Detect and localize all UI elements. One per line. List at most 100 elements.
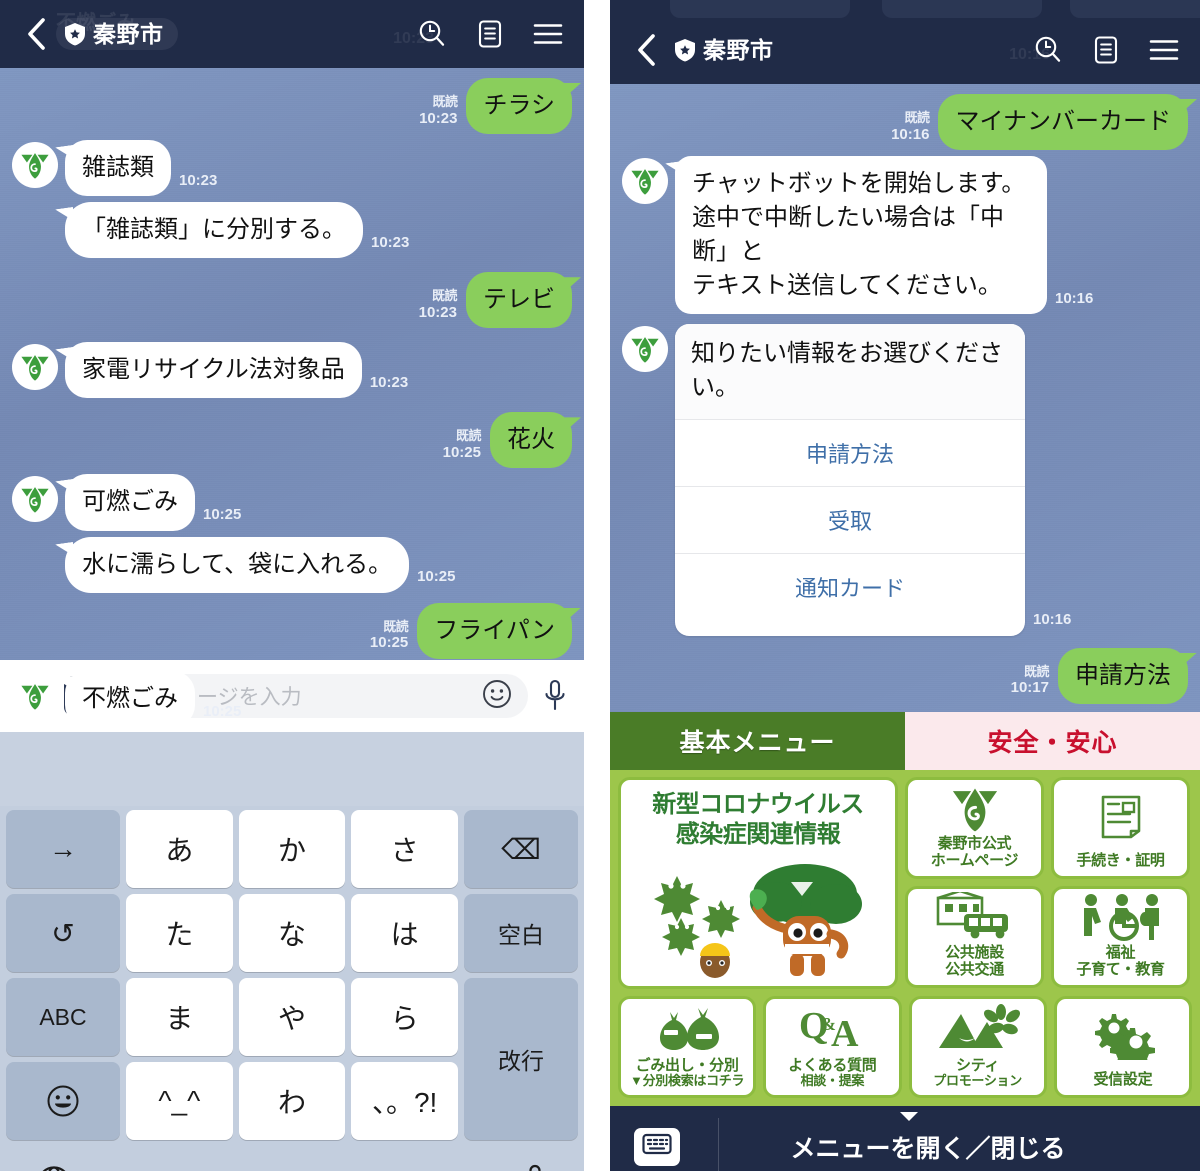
hadano-city-emblem-icon [631, 337, 659, 363]
tile-city-promotion[interactable]: シティ プロモーション [908, 996, 1047, 1098]
emoji-key[interactable] [6, 1062, 120, 1140]
message-bubble[interactable]: 花火 [490, 412, 572, 469]
undo-key[interactable]: ↺ [6, 894, 120, 972]
rich-menu-tab-safety[interactable]: 安全・安心 [905, 712, 1200, 770]
tile-covid-info[interactable]: 新型コロナウイルス 感染症関連情報 [618, 777, 898, 989]
avatar[interactable] [622, 158, 668, 205]
kana-ra-key[interactable]: ら [351, 978, 458, 1056]
header-actions [416, 18, 568, 50]
avatar[interactable] [12, 344, 58, 391]
message-row: 既読 10:17 申請方法 [622, 647, 1188, 704]
kana-sa-key[interactable]: さ [351, 810, 458, 888]
tile-label: 手続き・証明 [1074, 852, 1166, 876]
message-bubble[interactable]: テレビ [466, 272, 572, 329]
punctuation-key[interactable]: 、。?! [351, 1062, 458, 1140]
avatar[interactable] [12, 672, 58, 719]
chat-title-pill[interactable]: 秦野市 [56, 18, 178, 50]
chat-title: 秦野市 [703, 36, 774, 63]
message-bubble[interactable]: チラシ [466, 78, 572, 135]
space-key[interactable]: 空白 [463, 894, 578, 972]
search-clock-icon[interactable] [416, 18, 448, 50]
kana-wa-key[interactable]: わ [238, 1062, 346, 1140]
timestamp: 10:25 [417, 568, 456, 586]
return-key[interactable]: 改行 [463, 978, 578, 1140]
kana-ha-key[interactable]: は [351, 894, 458, 972]
option-card: 知りたい情報をお選びください。 申請方法 受取 通知カード [675, 324, 1025, 636]
read-receipt: 既読 [432, 93, 458, 109]
qa-icon: Q & A [766, 999, 898, 1058]
next-candidate-key[interactable]: → [6, 810, 120, 888]
timestamp: 10:25 [442, 444, 481, 462]
keyboard-suggestion-bar[interactable] [0, 732, 584, 806]
search-clock-icon[interactable] [1032, 34, 1064, 66]
left-chat-header: 不燃ごみ 10:23 秦野市 [0, 0, 584, 68]
back-button[interactable] [626, 30, 666, 70]
message-row: 水に濡らして、袋に入れる。 10:25 [12, 536, 572, 593]
message-bubble[interactable]: マイナンバーカード [938, 94, 1188, 151]
kana-ya-key[interactable]: や [238, 978, 346, 1056]
back-button[interactable] [16, 14, 56, 54]
kana-ta-key[interactable]: た [126, 894, 233, 972]
building-bus-icon [908, 889, 1041, 945]
rich-menu-toggle-label[interactable]: メニューを開く／閉じる [680, 1111, 1200, 1165]
notes-icon[interactable] [474, 18, 506, 50]
message-bubble[interactable]: フライパン [417, 602, 572, 659]
document-certificate-icon [1054, 780, 1187, 853]
tile-label: ごみ出し・分別 ▼分別検索はコチラ [628, 1057, 746, 1095]
message-bubble[interactable]: 雑誌類 [65, 140, 171, 197]
message-row: 不燃ごみ 10:25 [12, 670, 572, 727]
tile-label-main: よくある質問 [788, 1056, 877, 1074]
right-phone-screen: 10:16 秦野市 既読 10:16 マイナンバーカード チャットボットを開始し… [610, 0, 1200, 1171]
message-bubble[interactable]: チャットボットを開始します。 途中で中断したい場合は「中断」と テキスト送信して… [675, 156, 1047, 315]
kana-a-key[interactable]: あ [126, 810, 233, 888]
read-receipt: 既読 [904, 109, 930, 125]
tile-welfare-childcare-education[interactable]: 福祉 子育て・教育 [1051, 886, 1190, 988]
tile-notification-settings[interactable]: 受信設定 [1053, 996, 1192, 1098]
tile-garbage-sorting[interactable]: ごみ出し・分別 ▼分別検索はコチラ [618, 996, 757, 1098]
message-row: 既読 10:25 フライパン [12, 602, 572, 659]
message-meta: 既読 10:17 [1011, 664, 1050, 697]
tile-label: 公共施設 公共交通 [943, 945, 1006, 985]
option-card-prompt: 知りたい情報をお選びください。 [675, 324, 1025, 419]
timestamp: 10:23 [179, 171, 218, 189]
kana-na-key[interactable]: な [238, 894, 346, 972]
hamburger-menu-icon[interactable] [1148, 34, 1180, 66]
option-card-item-receipt[interactable]: 受取 [675, 485, 1025, 553]
hamburger-menu-icon[interactable] [532, 18, 564, 50]
kana-ka-key[interactable]: か [238, 810, 346, 888]
kana-ma-key[interactable]: ま [126, 978, 233, 1056]
hadano-city-emblem-icon [21, 153, 49, 179]
abc-mode-key[interactable]: ABC [6, 978, 120, 1056]
option-card-item-notification-card[interactable]: 通知カード [675, 552, 1025, 620]
backspace-key[interactable]: ⌫ [463, 810, 578, 888]
message-bubble[interactable]: 可燃ごみ [65, 474, 195, 531]
rich-menu-bottom-bar: メニューを開く／閉じる [610, 1106, 1200, 1171]
rich-menu-tab-basic[interactable]: 基本メニュー [610, 712, 905, 770]
microphone-icon[interactable] [520, 1163, 550, 1171]
avatar[interactable] [12, 142, 58, 189]
option-card-footer [675, 620, 1025, 636]
message-meta: 10:16 [1055, 290, 1093, 307]
globe-icon[interactable] [34, 1163, 74, 1171]
avatar[interactable] [622, 326, 668, 373]
message-bubble[interactable]: 水に濡らして、袋に入れる。 [65, 536, 410, 593]
tile-public-facilities-transport[interactable]: 公共施設 公共交通 [905, 886, 1044, 988]
kaomoji-key[interactable]: ^_^ [126, 1062, 233, 1140]
message-bubble[interactable]: 家電リサイクル法対象品 [65, 342, 362, 399]
message-bubble[interactable]: 不燃ごみ [65, 670, 195, 727]
notes-icon[interactable] [1090, 34, 1122, 66]
message-row: 可燃ごみ 10:25 [12, 474, 572, 531]
message-bubble[interactable]: 申請方法 [1058, 647, 1188, 704]
tile-official-homepage[interactable]: 秦野市公式 ホームページ [905, 777, 1044, 879]
message-bubble[interactable]: 「雑誌類」に分別する。 [65, 202, 363, 259]
keyboard-toggle-button[interactable] [634, 1127, 680, 1166]
chat-title-pill[interactable]: 秦野市 [666, 34, 788, 66]
avatar[interactable] [12, 476, 58, 523]
header-actions [1032, 34, 1184, 66]
shield-star-icon [64, 22, 86, 46]
tile-procedures-certificates[interactable]: 手続き・証明 [1051, 777, 1190, 879]
tile-faq-consultation[interactable]: Q & A よくある質問 相談・提案 [763, 996, 902, 1098]
option-card-item-application-method[interactable]: 申請方法 [675, 418, 1025, 486]
timestamp: 10:16 [1033, 611, 1072, 629]
tile-label-main: 公共施設 [945, 944, 1004, 962]
